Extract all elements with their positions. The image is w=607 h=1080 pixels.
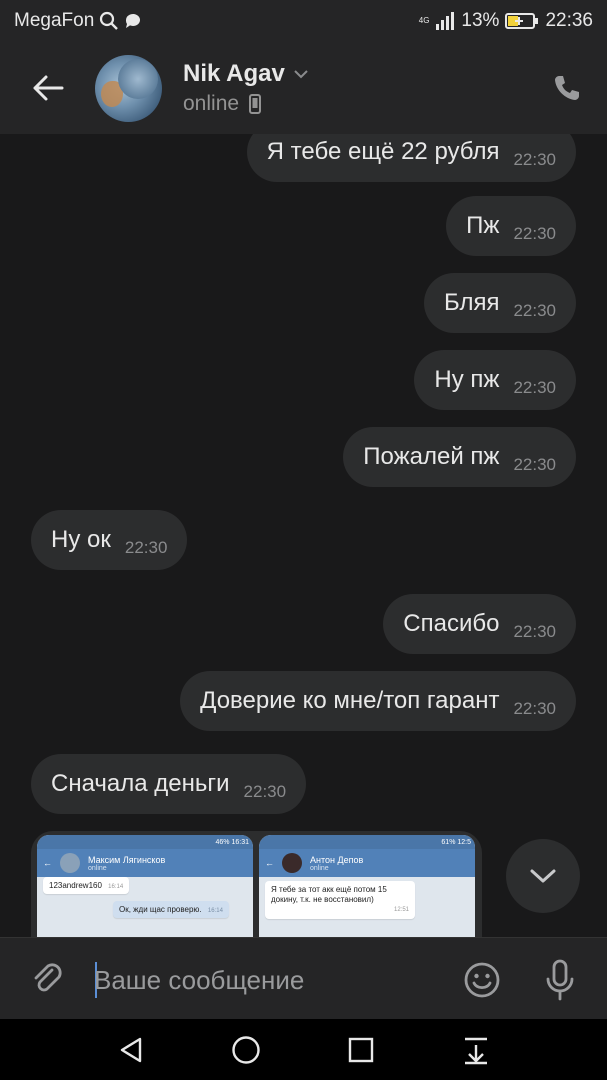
- attach-button[interactable]: [28, 960, 68, 1000]
- message-input[interactable]: [94, 958, 444, 1002]
- message-time: 22:30: [124, 538, 168, 557]
- network-label: 4G: [418, 16, 430, 25]
- screenshot-header: ← Антон Депов online: [259, 849, 475, 877]
- screenshot-avatar: [282, 853, 302, 873]
- arrow-left-icon: [33, 75, 64, 101]
- message-time: 22:30: [513, 455, 556, 474]
- nav-notifications-button[interactable]: [457, 1031, 495, 1069]
- screenshot-message: Я тебе за тот акк ещё потом 15 докину, т…: [265, 881, 415, 919]
- screenshot-avatar: [60, 853, 80, 873]
- message-time: 22:30: [513, 622, 556, 641]
- message-bubble-out[interactable]: Пожалей пж 22:30: [343, 427, 576, 487]
- scroll-to-bottom-button[interactable]: [506, 839, 580, 913]
- message-time: 22:30: [513, 301, 556, 320]
- screenshot-status-bar: 61% 12:5: [259, 835, 475, 849]
- message-time: 22:30: [513, 699, 556, 718]
- message-text: Сначала деньги: [51, 770, 230, 797]
- screenshot-contact-status: online: [88, 864, 107, 872]
- screenshot-message-out: Ок, жди щас проверю. 16:14: [113, 901, 229, 918]
- smiley-icon: [464, 962, 500, 998]
- message-composer: [0, 937, 607, 1019]
- message-bubble-in[interactable]: Сначала деньги 22:30: [31, 754, 307, 814]
- carrier-label: MegaFon: [14, 10, 95, 31]
- screenshot-contact-status: online: [310, 864, 329, 872]
- contact-name: Nik Agav: [183, 60, 285, 87]
- circle-home-icon: [232, 1036, 260, 1064]
- back-button[interactable]: [28, 68, 68, 108]
- screenshot-message-time: 12:51: [393, 907, 409, 913]
- screenshot-message-time: 16:14: [108, 884, 124, 890]
- phone-icon: [555, 76, 579, 100]
- pull-down-icon: [465, 1037, 487, 1065]
- message-text: Спасибо: [403, 610, 500, 637]
- screenshot-header: ← Максим Лягинсков online: [37, 849, 253, 877]
- message-text: Я тебе ещё 22 рубля: [266, 138, 500, 165]
- message-text: Ну пж: [434, 366, 500, 393]
- contact-status-row: online: [183, 92, 262, 116]
- attached-screenshot-1[interactable]: 46% 16:31 ← Максим Лягинсков online 123a…: [37, 835, 253, 937]
- network-4g-icon: 4G: [419, 17, 430, 25]
- message-list[interactable]: Я тебе ещё 22 рубля 22:30 Пж 22:30 Бляя …: [0, 134, 607, 937]
- message-time: 22:30: [513, 150, 556, 169]
- battery-percent: 13%: [461, 10, 500, 31]
- screenshot-status: 46% 16:31: [215, 838, 249, 846]
- screenshot-contact-name: Антон Депов: [310, 854, 364, 865]
- screenshot-back-icon: ←: [43, 858, 52, 868]
- screenshot-contact-name: Максим Лягинсков: [88, 854, 166, 865]
- message-bubble-out[interactable]: Спасибо 22:30: [383, 594, 576, 654]
- call-button[interactable]: [549, 70, 585, 106]
- message-bubble-out[interactable]: Доверие ко мне/топ гарант 22:30: [180, 671, 576, 731]
- avatar-detail-2: [118, 59, 158, 99]
- message-text: Пожалей пж: [363, 443, 500, 470]
- message-time: 22:30: [513, 378, 556, 397]
- message-text: Доверие ко мне/топ гарант: [200, 687, 500, 714]
- chevron-down-icon: [294, 70, 308, 79]
- message-bubble-in[interactable]: Ну ок 22:30: [31, 510, 188, 570]
- paperclip-icon: [34, 963, 62, 992]
- screenshot-back-icon: ←: [265, 858, 274, 868]
- message-time: 22:30: [243, 782, 287, 801]
- message-text: Пж: [466, 212, 500, 239]
- microphone-icon: [546, 959, 574, 1001]
- search-icon: [99, 11, 119, 31]
- message-bubble-out[interactable]: Пж 22:30: [446, 196, 576, 256]
- screenshot-status: 61% 12:5: [441, 838, 471, 846]
- photo-attachment[interactable]: 46% 16:31 ← Максим Лягинсков online 123a…: [31, 831, 482, 937]
- chat-notification-icon: [124, 12, 142, 30]
- contact-name-row[interactable]: Nik Agav: [183, 60, 309, 88]
- signal-icon: [435, 12, 455, 30]
- square-recents-icon: [348, 1037, 374, 1063]
- nav-recents-button[interactable]: [342, 1031, 380, 1069]
- screenshot-message-time: 16:14: [207, 908, 223, 914]
- contact-status: online: [183, 92, 240, 115]
- chat-header: Nik Agav online: [0, 42, 607, 134]
- message-text: Бляя: [443, 289, 500, 316]
- emoji-button[interactable]: [462, 960, 502, 1000]
- message-bubble-out[interactable]: Я тебе ещё 22 рубля 22:30: [246, 134, 576, 182]
- system-navigation-bar: [0, 1019, 607, 1080]
- message-time: 22:30: [513, 224, 556, 243]
- screenshot-message-text: Я тебе за тот акк ещё потом 15 докину, т…: [271, 885, 387, 904]
- nav-back-button[interactable]: [112, 1031, 150, 1069]
- message-text: Ну ок: [51, 526, 111, 553]
- mobile-device-icon: [249, 94, 262, 114]
- message-bubble-out[interactable]: Ну пж 22:30: [414, 350, 576, 410]
- voice-message-button[interactable]: [540, 958, 580, 1002]
- screenshot-message-text: Ок, жди щас проверю.: [119, 905, 202, 914]
- avatar[interactable]: [95, 55, 162, 122]
- screenshot-message: 123andrew160 16:14: [43, 877, 130, 894]
- status-bar: MegaFon 4G 13% 22:36: [0, 0, 607, 42]
- clock: 22:36: [545, 10, 593, 31]
- battery-charging-icon: [505, 12, 539, 30]
- message-bubble-out[interactable]: Бляя 22:30: [423, 273, 576, 333]
- triangle-back-icon: [120, 1037, 142, 1063]
- screenshot-status-bar: 46% 16:31: [37, 835, 253, 849]
- attached-screenshot-2[interactable]: 61% 12:5 ← Антон Депов online Я тебе за …: [259, 835, 475, 937]
- chevron-down-icon: [530, 869, 556, 883]
- nav-home-button[interactable]: [227, 1031, 265, 1069]
- screenshot-message-text: 123andrew160: [49, 881, 102, 890]
